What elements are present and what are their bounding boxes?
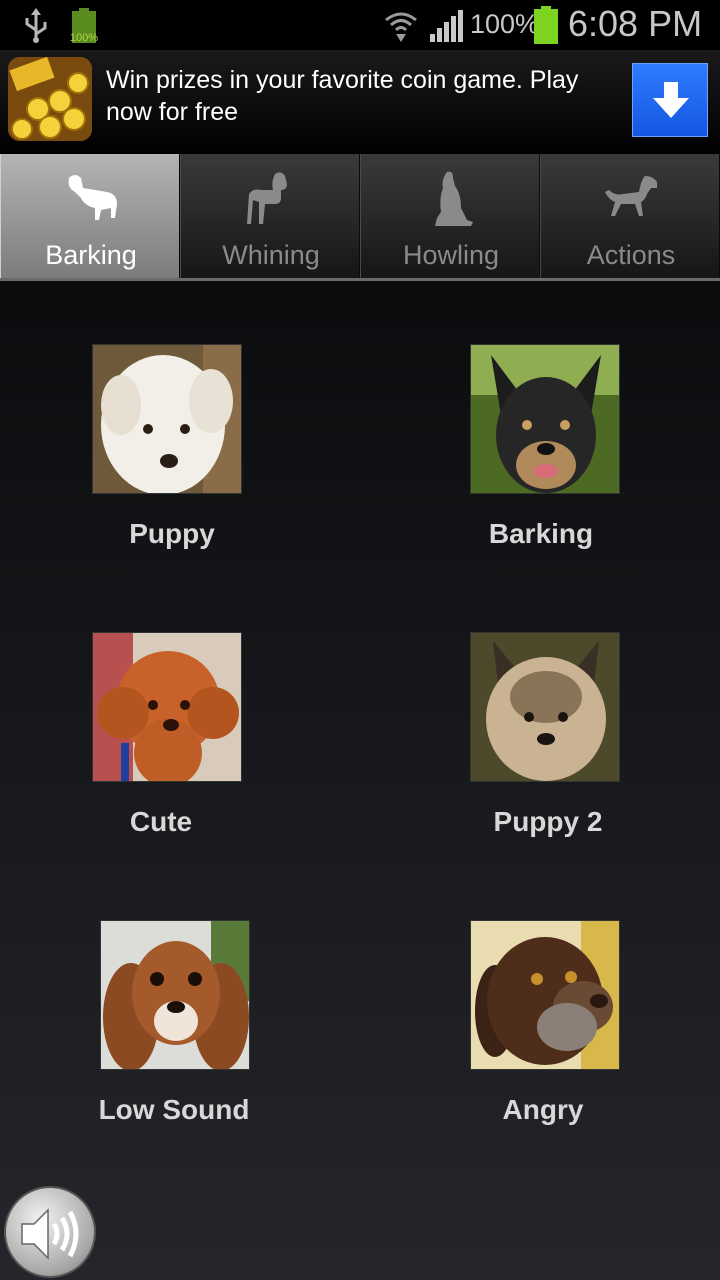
sound-label: Puppy 2 bbox=[493, 806, 603, 837]
category-tab-bar: Barking Whining Howling Actions bbox=[0, 154, 720, 281]
sound-label: Puppy bbox=[129, 518, 215, 549]
battery-percent-small: 100% bbox=[69, 32, 99, 44]
download-arrow-icon bbox=[653, 82, 689, 118]
ad-text[interactable]: Win prizes in your favorite coin game. P… bbox=[106, 64, 616, 128]
sound-label: Angry bbox=[502, 1094, 584, 1125]
sound-item-barking[interactable]: Barking bbox=[411, 344, 671, 550]
signal-icon bbox=[430, 10, 466, 47]
tab-label: Whining bbox=[222, 240, 320, 270]
status-bar: 100% 100% 6:08 PM bbox=[0, 0, 720, 50]
clock: 6:08 PM bbox=[568, 3, 703, 44]
dog-silhouette-icon bbox=[61, 168, 121, 228]
white-puppy-photo[interactable] bbox=[92, 344, 242, 494]
battery-icon bbox=[533, 6, 559, 49]
coin-game-app-icon[interactable] bbox=[8, 57, 92, 141]
usb-icon bbox=[22, 8, 50, 49]
tab-barking[interactable]: Barking bbox=[0, 154, 180, 278]
battery-icon: 100% bbox=[70, 8, 98, 49]
wifi-icon bbox=[384, 8, 418, 47]
sound-grid: Puppy Barking Cute Puppy 2 Low Sound Ang… bbox=[0, 281, 720, 1280]
sound-label: Cute bbox=[129, 806, 193, 837]
ad-banner[interactable]: Win prizes in your favorite coin game. P… bbox=[0, 50, 720, 154]
tab-label: Howling bbox=[402, 240, 500, 270]
sound-label: Barking bbox=[488, 518, 594, 549]
volume-button[interactable] bbox=[4, 1186, 96, 1278]
red-poodle-photo[interactable] bbox=[92, 632, 242, 782]
tab-actions[interactable]: Actions bbox=[540, 154, 720, 278]
yorkshire-terrier-photo[interactable] bbox=[470, 632, 620, 782]
battery-percent: 100% bbox=[470, 9, 540, 39]
chocolate-labrador-photo[interactable] bbox=[470, 920, 620, 1070]
tab-whining[interactable]: Whining bbox=[180, 154, 360, 278]
tab-label: Actions bbox=[586, 240, 676, 270]
black-terrier-photo[interactable] bbox=[470, 344, 620, 494]
dog-standing-icon bbox=[241, 168, 301, 228]
sound-item-angry[interactable]: Angry bbox=[413, 920, 673, 1126]
sound-item-puppy-2[interactable]: Puppy 2 bbox=[418, 632, 678, 838]
cavalier-spaniel-photo[interactable] bbox=[100, 920, 250, 1070]
tab-howling[interactable]: Howling bbox=[360, 154, 540, 278]
sound-item-cute[interactable]: Cute bbox=[31, 632, 291, 838]
sound-item-puppy[interactable]: Puppy bbox=[42, 344, 302, 550]
download-button[interactable] bbox=[632, 63, 708, 137]
dog-sitting-icon bbox=[421, 168, 481, 228]
sound-label: Low Sound bbox=[98, 1094, 250, 1125]
speaker-volume-icon bbox=[21, 1208, 79, 1260]
tab-label: Barking bbox=[45, 240, 137, 270]
sound-item-low-sound[interactable]: Low Sound bbox=[44, 920, 304, 1126]
dog-walking-icon bbox=[601, 168, 661, 228]
